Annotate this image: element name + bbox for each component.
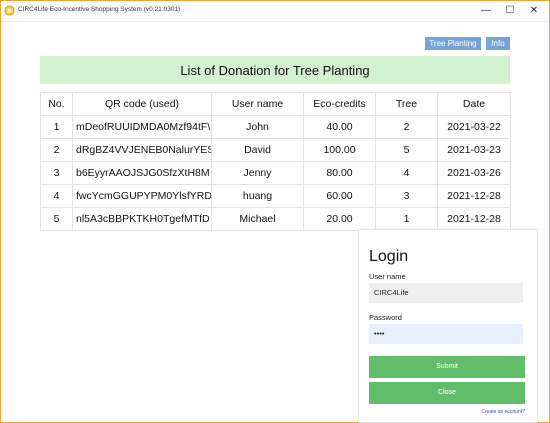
cell-eco-credits: 60.00	[303, 184, 376, 208]
create-account-link[interactable]: Create an account?	[481, 409, 525, 415]
cell-no: 2	[40, 138, 73, 162]
username-label: User name	[369, 272, 406, 281]
minimize-button[interactable]: —	[479, 4, 493, 18]
cell-tree: 3	[375, 184, 438, 208]
page-banner: List of Donation for Tree Planting	[40, 56, 510, 84]
username-input[interactable]: CIRC4Life	[369, 283, 523, 303]
app-logo-icon	[4, 5, 15, 16]
cell-qr-code: fwcYcmGGUPYPM0YlsfYRD	[72, 184, 212, 208]
info-button[interactable]: Info	[486, 37, 510, 50]
tree-planting-button[interactable]: Tree Planting	[425, 37, 481, 50]
table-row[interactable]: 1 mDeofRUUIDMDA0Mzf94tF\ John 40.00 2 20…	[40, 115, 511, 139]
cell-no: 3	[40, 161, 73, 185]
cell-date: 2021-03-22	[437, 115, 511, 139]
cell-no: 1	[40, 115, 73, 139]
column-header-eco-credits: Eco-credits	[303, 92, 376, 116]
cell-qr-code: b6EyyrAAOJSJG0SfzXtH8M	[72, 161, 212, 185]
cell-eco-credits: 40.00	[303, 115, 376, 139]
table-row[interactable]: 3 b6EyyrAAOJSJG0SfzXtH8M Jenny 80.00 4 2…	[40, 161, 511, 185]
table-row[interactable]: 2 dRgBZ4VVJENEB0NalurYES David 100.00 5 …	[40, 138, 511, 162]
password-input[interactable]: ••••	[369, 324, 523, 344]
table-row[interactable]: 4 fwcYcmGGUPYPM0YlsfYRD huang 60.00 3 20…	[40, 184, 511, 208]
cell-user-name: Michael	[211, 207, 304, 231]
table-header-row: No. QR code (used) User name Eco-credits…	[40, 92, 511, 116]
close-button[interactable]: Close	[369, 382, 525, 404]
cell-date: 2021-12-28	[437, 207, 511, 231]
cell-user-name: Jenny	[211, 161, 304, 185]
donations-table: No. QR code (used) User name Eco-credits…	[40, 92, 511, 231]
cell-tree: 1	[375, 207, 438, 231]
table-row[interactable]: 5 nl5A3cBBPKTKH0TgefMTfD Michael 20.00 1…	[40, 207, 511, 231]
close-window-button[interactable]: ✕	[527, 4, 541, 18]
cell-eco-credits: 100.00	[303, 138, 376, 162]
page-title: List of Donation for Tree Planting	[180, 63, 370, 78]
password-label: Password	[369, 313, 402, 322]
cell-qr-code: mDeofRUUIDMDA0Mzf94tF\	[72, 115, 212, 139]
column-header-tree: Tree	[375, 92, 438, 116]
cell-eco-credits: 20.00	[303, 207, 376, 231]
cell-no: 4	[40, 184, 73, 208]
login-panel: Login User name CIRC4Life Password •••• …	[358, 229, 538, 423]
window-title: CIRC4Life Eco-Incentive Shopping System …	[18, 6, 181, 13]
cell-no: 5	[40, 207, 73, 231]
cell-qr-code: nl5A3cBBPKTKH0TgefMTfD	[72, 207, 212, 231]
cell-tree: 2	[375, 115, 438, 139]
cell-date: 2021-12-28	[437, 184, 511, 208]
column-header-no: No.	[40, 92, 73, 116]
column-header-date: Date	[437, 92, 511, 116]
cell-user-name: huang	[211, 184, 304, 208]
cell-user-name: David	[211, 138, 304, 162]
submit-button[interactable]: Submit	[369, 356, 525, 378]
app-window: CIRC4Life Eco-Incentive Shopping System …	[0, 0, 550, 423]
cell-eco-credits: 80.00	[303, 161, 376, 185]
title-bar[interactable]: CIRC4Life Eco-Incentive Shopping System …	[1, 1, 549, 22]
login-title: Login	[369, 248, 409, 265]
cell-tree: 5	[375, 138, 438, 162]
cell-date: 2021-03-26	[437, 161, 511, 185]
column-header-qr-code: QR code (used)	[72, 92, 212, 116]
column-header-user-name: User name	[211, 92, 304, 116]
cell-qr-code: dRgBZ4VVJENEB0NalurYES	[72, 138, 212, 162]
maximize-button[interactable]: ☐	[503, 4, 517, 18]
cell-user-name: John	[211, 115, 304, 139]
cell-tree: 4	[375, 161, 438, 185]
cell-date: 2021-03-23	[437, 138, 511, 162]
